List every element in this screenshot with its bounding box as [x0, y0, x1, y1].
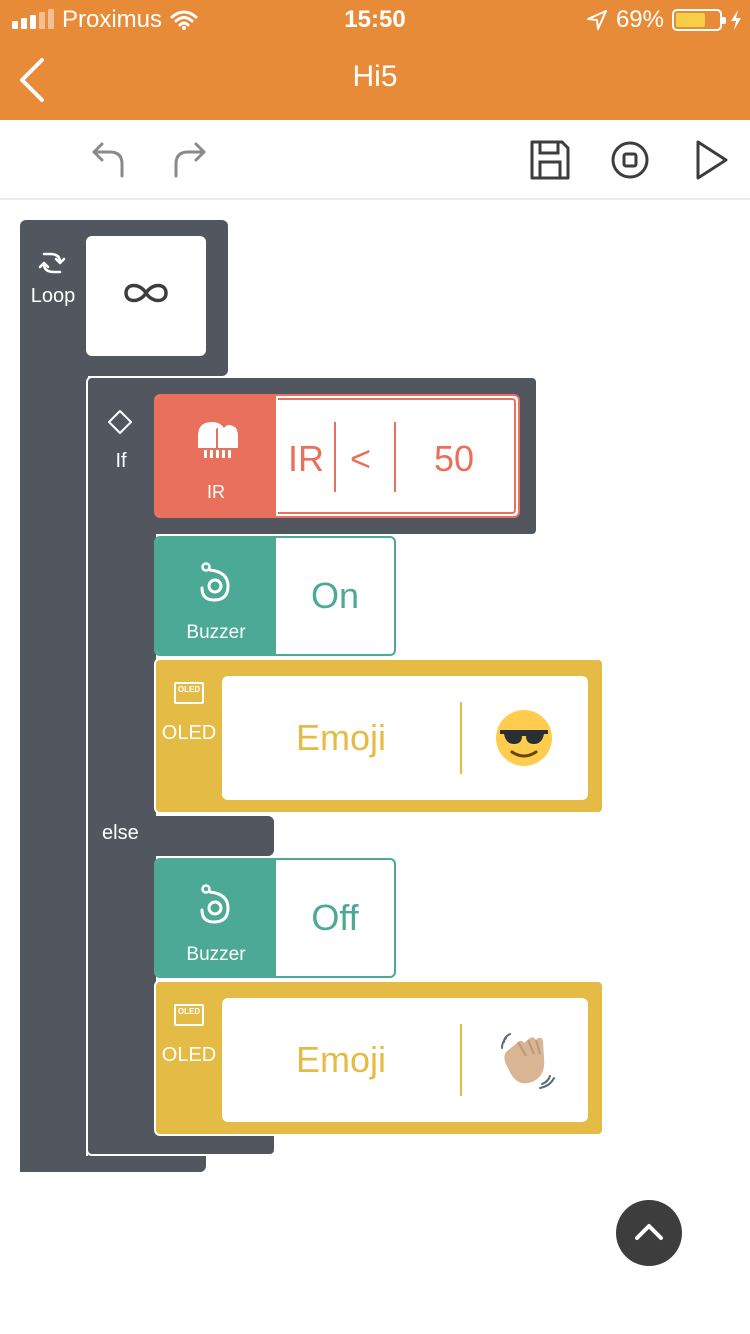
- oled-label: OLED: [161, 1044, 217, 1066]
- stop-icon[interactable]: [608, 138, 652, 182]
- buzzer-value[interactable]: On: [276, 538, 394, 654]
- redo-icon[interactable]: [166, 138, 210, 182]
- buzzer-label: Buzzer: [186, 944, 246, 965]
- oled-divider: [460, 702, 462, 774]
- condition-operator[interactable]: <: [350, 438, 371, 480]
- waving-hand-emoji-icon[interactable]: [492, 1028, 556, 1092]
- ir-sensor-label: IR: [207, 482, 225, 502]
- buzzer-block-else[interactable]: Buzzer Off: [154, 858, 396, 978]
- page-title: Hi5: [352, 60, 398, 93]
- app-header: Proximus 15:50 69% Hi5: [0, 0, 750, 120]
- ir-sensor-tile[interactable]: IR: [156, 396, 276, 516]
- save-icon[interactable]: [528, 138, 572, 182]
- charging-bolt-icon: [731, 10, 741, 30]
- buzzer-tile: Buzzer: [156, 860, 276, 976]
- oled-icon: OLED: [174, 682, 204, 704]
- diamond-icon: [108, 410, 132, 434]
- undo-icon[interactable]: [88, 138, 132, 182]
- if-block-footer: [86, 1134, 276, 1156]
- battery-percent: 69%: [615, 6, 664, 33]
- else-label: else: [102, 822, 139, 844]
- buzzer-tile: Buzzer: [156, 538, 276, 654]
- status-bar: Proximus 15:50 69%: [0, 0, 750, 40]
- condition-variable[interactable]: IR: [288, 438, 324, 480]
- location-arrow-icon: [586, 10, 607, 30]
- ir-condition-panel: IR < 50: [278, 398, 516, 514]
- condition-divider: [394, 422, 396, 492]
- buzzer-icon: [200, 562, 230, 602]
- condition-value[interactable]: 50: [434, 438, 474, 480]
- sunglasses-emoji-icon[interactable]: [492, 706, 556, 770]
- scroll-to-top-button[interactable]: [616, 1200, 682, 1266]
- ir-sensor-icon: [198, 422, 238, 458]
- if-label: If: [115, 450, 127, 472]
- chevron-up-icon: [635, 1224, 663, 1240]
- oled-divider: [460, 1024, 462, 1096]
- play-icon[interactable]: [690, 138, 734, 182]
- loop-label: Loop: [30, 285, 76, 307]
- buzzer-block-then[interactable]: Buzzer On: [154, 536, 396, 656]
- oled-panel: Emoji: [222, 998, 588, 1122]
- loop-block-body: [20, 370, 88, 1172]
- battery-fill: [676, 13, 705, 27]
- oled-block-else[interactable]: OLED OLED Emoji: [154, 980, 604, 1136]
- oled-label: OLED: [161, 722, 217, 744]
- infinity-icon: [124, 283, 168, 303]
- buzzer-label: Buzzer: [186, 622, 246, 643]
- oled-panel: Emoji: [222, 676, 588, 800]
- battery-icon: [672, 9, 726, 31]
- oled-block-then[interactable]: OLED OLED Emoji: [154, 658, 604, 814]
- editor-toolbar: [0, 120, 750, 200]
- oled-mode[interactable]: Emoji: [222, 676, 460, 800]
- oled-mode[interactable]: Emoji: [222, 998, 460, 1122]
- ir-condition-block[interactable]: IR IR < 50: [154, 394, 520, 518]
- condition-divider: [334, 422, 336, 492]
- oled-icon: OLED: [174, 1004, 204, 1026]
- loop-icon: [38, 252, 66, 274]
- else-tab: else: [86, 816, 274, 856]
- loop-value-box[interactable]: [86, 236, 206, 356]
- buzzer-value[interactable]: Off: [276, 860, 394, 976]
- buzzer-icon: [200, 884, 230, 924]
